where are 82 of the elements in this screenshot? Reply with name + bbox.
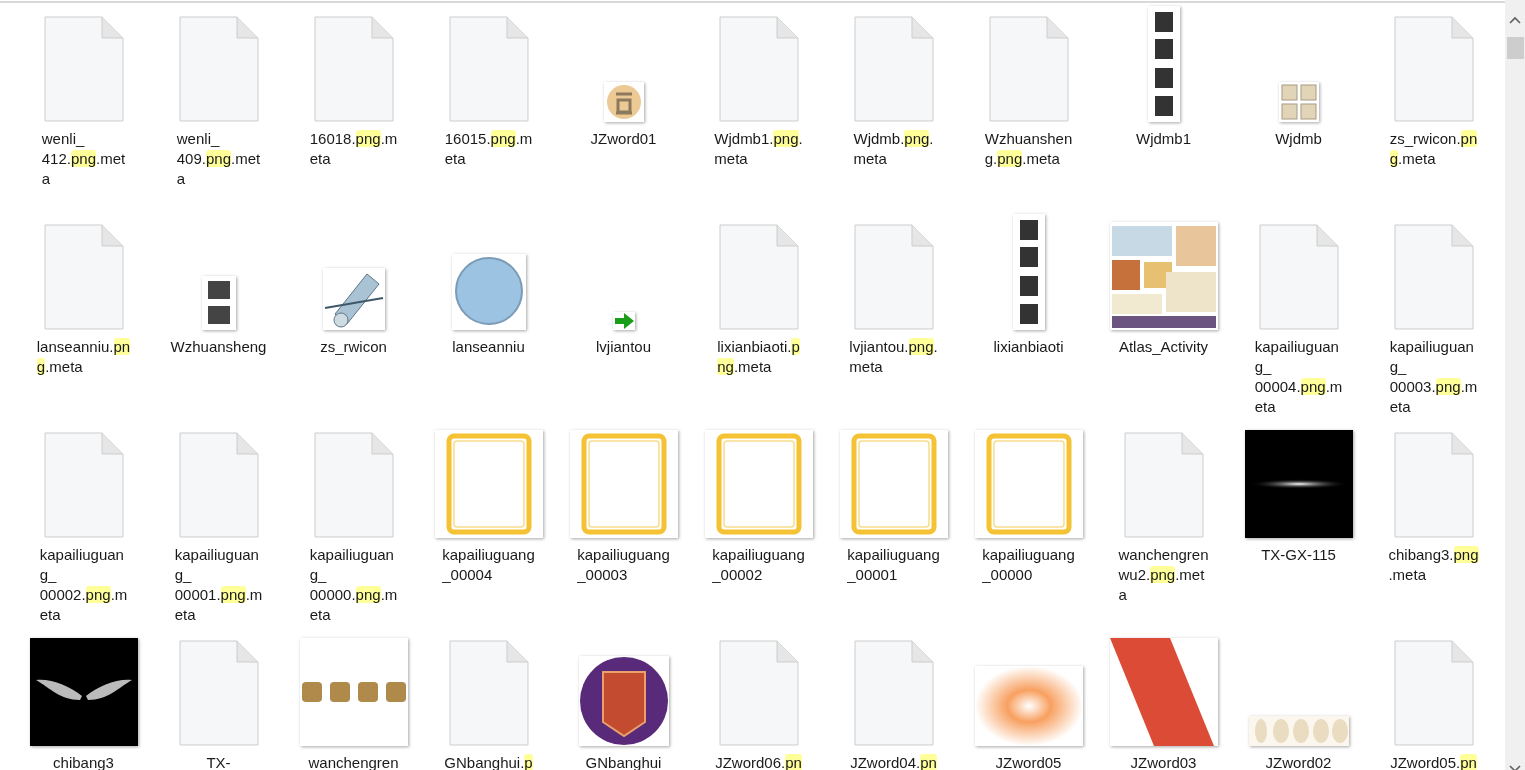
file-name[interactable]: Wjdmb1 xyxy=(1136,129,1191,149)
document-icon[interactable] xyxy=(1393,640,1474,746)
file-name[interactable]: wenli_ 409.png.met a xyxy=(176,129,261,189)
file-name[interactable]: zs_rwicon.pn g.meta xyxy=(1389,129,1478,169)
document-icon[interactable] xyxy=(853,640,934,746)
file-name[interactable]: TX- xyxy=(206,753,231,770)
document-icon[interactable] xyxy=(718,640,799,746)
file-name[interactable]: Wjdmb xyxy=(1275,129,1322,149)
wings-thumbnail[interactable] xyxy=(29,638,138,746)
file-name[interactable]: kapailiuguan g_ 00000.png.m eta xyxy=(309,545,398,625)
frame-thumbnail[interactable] xyxy=(839,430,948,538)
document-icon[interactable] xyxy=(1393,224,1474,330)
file-name[interactable]: Wjdmb.png. meta xyxy=(853,129,934,169)
atlas-thumbnail[interactable] xyxy=(1109,222,1218,330)
numerals-thumbnail[interactable] xyxy=(1248,716,1349,746)
document-icon[interactable] xyxy=(448,16,529,122)
file-name[interactable]: lvjiantou xyxy=(595,337,651,357)
file-name[interactable]: lvjiantou.png. meta xyxy=(849,337,938,377)
file-name[interactable]: JZword02 xyxy=(1265,753,1332,770)
document-icon[interactable] xyxy=(718,16,799,122)
file-name[interactable]: lixianbiaoti.p ng.meta xyxy=(717,337,800,377)
emblem-thumbnail[interactable] xyxy=(578,656,669,746)
file-name[interactable]: kapailiuguan g_ 00004.png.m eta xyxy=(1254,337,1343,417)
frame-thumbnail[interactable] xyxy=(704,430,813,538)
document-icon[interactable] xyxy=(853,16,934,122)
file-name[interactable]: TX-GX-115 xyxy=(1261,545,1336,565)
burst-thumbnail[interactable] xyxy=(974,666,1083,746)
scroll-thumbnail[interactable] xyxy=(322,268,385,330)
label-thumbnail[interactable] xyxy=(1278,82,1319,122)
file-name[interactable]: kapailiuguang _00004 xyxy=(442,545,535,585)
scroll-up-icon[interactable] xyxy=(1509,16,1521,24)
document-icon[interactable] xyxy=(43,224,124,330)
document-icon[interactable] xyxy=(178,432,259,538)
stripe-thumbnail[interactable] xyxy=(1109,638,1218,746)
file-name[interactable]: kapailiuguan g_ 00002.png.m eta xyxy=(39,545,128,625)
document-icon[interactable] xyxy=(43,432,124,538)
document-icon[interactable] xyxy=(1393,16,1474,122)
circle-thumbnail[interactable] xyxy=(451,254,526,330)
file-name[interactable]: Atlas_Activity xyxy=(1118,337,1209,357)
file-name[interactable]: lanseanniu xyxy=(452,337,525,357)
flare-thumbnail[interactable] xyxy=(1244,430,1353,538)
file-name[interactable]: lanseanniu.pn g.meta xyxy=(36,337,131,377)
document-icon[interactable] xyxy=(1123,432,1204,538)
file-name[interactable]: Wjdmb1.png. meta xyxy=(714,129,803,169)
file-name[interactable]: JZword05 xyxy=(995,753,1062,770)
document-icon[interactable] xyxy=(1393,432,1474,538)
banner-thumbnail[interactable] xyxy=(1147,6,1180,122)
document-icon[interactable] xyxy=(178,640,259,746)
file-name[interactable]: JZword01 xyxy=(590,129,657,149)
frame-thumbnail[interactable] xyxy=(974,430,1083,538)
file-name[interactable]: chibang3.png .meta xyxy=(1388,545,1479,585)
file-name[interactable]: kapailiuguan g_ 00001.png.m eta xyxy=(174,545,263,625)
frame-thumbnail[interactable] xyxy=(569,430,678,538)
document-icon[interactable] xyxy=(313,432,394,538)
banner-thumbnail[interactable] xyxy=(1012,214,1045,330)
seal-thumbnail[interactable] xyxy=(603,82,644,122)
file-name[interactable]: wanchengren wu2.png.met a xyxy=(1118,545,1209,605)
file-name[interactable]: wenli_ 412.png.met a xyxy=(41,129,126,189)
file-name[interactable]: Wzhuanshen g.png.meta xyxy=(984,129,1073,169)
document-icon[interactable] xyxy=(1258,224,1339,330)
file-name[interactable]: 16015.png.m eta xyxy=(444,129,533,169)
file-name[interactable]: zs_rwicon xyxy=(320,337,387,357)
file-name[interactable]: kapailiuguang _00002 xyxy=(712,545,805,585)
document-icon[interactable] xyxy=(853,224,934,330)
document-icon[interactable] xyxy=(988,16,1069,122)
arrow-thumbnail[interactable] xyxy=(612,312,635,330)
file-name[interactable]: JZword03 xyxy=(1130,753,1197,770)
file-name[interactable]: kapailiuguan g_ 00003.png.m eta xyxy=(1389,337,1478,417)
scrollbar-thumb[interactable] xyxy=(1506,37,1524,59)
file-name[interactable]: kapailiuguang _00000 xyxy=(982,545,1075,585)
file-name[interactable]: 16018.png.m eta xyxy=(309,129,398,169)
document-icon[interactable] xyxy=(718,224,799,330)
file-name[interactable]: Wzhuansheng xyxy=(170,337,267,357)
file-name[interactable]: lixianbiaoti xyxy=(993,337,1064,357)
document-icon[interactable] xyxy=(178,16,259,122)
file-name[interactable]: kapailiuguang _00003 xyxy=(577,545,670,585)
document-icon[interactable] xyxy=(448,640,529,746)
document-icon[interactable] xyxy=(43,16,124,122)
document-icon[interactable] xyxy=(313,16,394,122)
tile-thumbnail[interactable] xyxy=(201,276,236,330)
file-name[interactable]: kapailiuguang _00001 xyxy=(847,545,940,585)
frame-thumbnail[interactable] xyxy=(434,430,543,538)
